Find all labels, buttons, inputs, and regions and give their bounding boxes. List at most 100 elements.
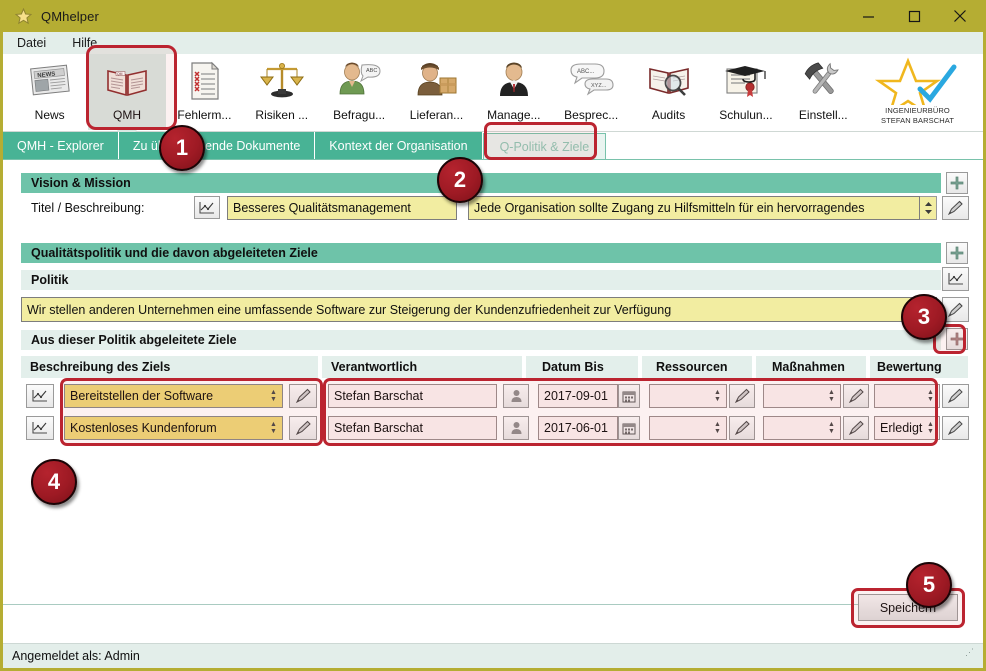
marker-2: 2 <box>437 157 483 203</box>
resize-grip-icon[interactable]: ⋰ <box>965 650 977 662</box>
goal-description-edit-button[interactable] <box>289 416 317 440</box>
status-text: Angemeldet als: Admin <box>12 649 140 663</box>
window-controls <box>845 0 983 32</box>
vision-description-input[interactable]: Jede Organisation sollte Zugang zu Hilfs… <box>468 196 920 220</box>
goal-responsible-input[interactable]: Stefan Barschat <box>328 416 497 440</box>
minimize-icon[interactable] <box>845 0 891 32</box>
spinner-up-down[interactable]: ▲▼ <box>267 417 280 439</box>
toolbar-label: Lieferan... <box>410 108 463 122</box>
tab-q-politik-und-ziele[interactable]: Q-Politik & Ziele <box>483 133 607 159</box>
goal-evaluation-edit-button[interactable] <box>942 416 969 440</box>
vision-description-edit-button[interactable] <box>942 196 969 220</box>
toolbar-item-befragung[interactable]: ABC Befragu... <box>320 54 397 130</box>
person-picker-icon[interactable] <box>503 416 529 440</box>
maximize-icon[interactable] <box>891 0 937 32</box>
tab-strip: QMH - Explorer Zu überwachende Dokumente… <box>3 132 983 159</box>
goal-measures-edit-button[interactable] <box>843 416 869 440</box>
goal-description-input[interactable]: Kostenloses Kundenforum▲▼ <box>64 416 283 440</box>
goal-resources-edit-button[interactable] <box>729 384 755 408</box>
window-title: QMhelper <box>41 9 99 24</box>
goal-responsible-input[interactable]: Stefan Barschat <box>328 384 497 408</box>
toolbar-item-lieferanten[interactable]: Lieferan... <box>398 54 475 130</box>
spinner-up-down[interactable]: ▲▼ <box>825 385 838 407</box>
toolbar-item-risiken[interactable]: Risiken ... <box>243 54 320 130</box>
marker-3: 3 <box>901 294 947 340</box>
toolbar-item-audits[interactable]: Audits <box>630 54 707 130</box>
goal-evaluation-input[interactable]: Erledigt▲▼ <box>874 416 940 440</box>
toolbar-label: Schulun... <box>719 108 772 122</box>
spinner-up-down[interactable]: ▲▼ <box>711 385 724 407</box>
toolbar-item-besprechungen[interactable]: ABC... XYZ... Besprec... <box>553 54 630 130</box>
goal-description-edit-button[interactable] <box>289 384 317 408</box>
toolbar-label: Manage... <box>487 108 540 122</box>
subsection-header-politik: Politik <box>21 270 941 290</box>
toolbar-item-qmh[interactable]: QM QMH <box>88 54 165 130</box>
toolbar-label: Fehlerm... <box>177 108 231 122</box>
spinner-up-down[interactable]: ▲▼ <box>924 417 937 439</box>
spinner-up-down[interactable]: ▲▼ <box>825 417 838 439</box>
policy-text-input[interactable]: Wir stellen anderen Unternehmen eine umf… <box>21 297 937 322</box>
application-window: QMhelper Datei Hilfe N <box>0 0 986 671</box>
spinner-up-down[interactable]: ▲▼ <box>267 385 280 407</box>
chart-history-icon[interactable] <box>194 196 220 219</box>
person-picker-icon[interactable] <box>503 384 529 408</box>
spinner-up-down[interactable]: ▲▼ <box>711 417 724 439</box>
spinner-up-down[interactable]: ▲▼ <box>924 385 937 407</box>
toolbar-item-einstellungen[interactable]: Einstell... <box>785 54 862 130</box>
goal-measures-edit-button[interactable] <box>843 384 869 408</box>
goal-date-input[interactable]: 2017-06-01 <box>538 416 618 440</box>
add-goal-button[interactable] <box>946 328 968 350</box>
calendar-icon[interactable] <box>618 416 640 440</box>
toolbar-label: Besprec... <box>564 108 618 122</box>
businessman-icon <box>488 58 540 104</box>
toolbar-item-schulungen[interactable]: Schulun... <box>707 54 784 130</box>
table-row[interactable] <box>26 416 54 440</box>
toolbar-label: News <box>35 108 65 122</box>
label-titel-beschreibung: Titel / Beschreibung: <box>31 201 144 215</box>
marker-number: 3 <box>918 304 930 330</box>
toolbar-item-news[interactable]: NEWS News <box>11 54 88 130</box>
marker-number: 4 <box>48 469 60 495</box>
vision-description-spinner[interactable] <box>920 196 937 220</box>
tab-kontext-der-organisation[interactable]: Kontext der Organisation <box>315 132 482 159</box>
marker-4: 4 <box>31 459 77 505</box>
menu-item-hilfe[interactable]: Hilfe <box>72 36 97 50</box>
tab-zu-ueberwachende-dokumente[interactable]: Zu überwachende Dokumente <box>119 132 315 159</box>
add-vision-button[interactable] <box>946 172 968 194</box>
tab-qmh-explorer[interactable]: QMH - Explorer <box>3 132 119 159</box>
close-icon[interactable] <box>937 0 983 32</box>
marker-number: 5 <box>923 572 935 598</box>
goal-resources-edit-button[interactable] <box>729 416 755 440</box>
column-header-beschreibung: Beschreibung des Ziels <box>21 356 318 378</box>
goal-measures-input[interactable]: ▲▼ <box>763 416 841 440</box>
marker-number: 1 <box>176 135 188 161</box>
menu-item-datei[interactable]: Datei <box>17 36 46 50</box>
goal-date-input[interactable]: 2017-09-01 <box>538 384 618 408</box>
goal-description-input[interactable]: Bereitstellen der Software▲▼ <box>64 384 283 408</box>
balance-scale-icon <box>256 58 308 104</box>
goal-evaluation-edit-button[interactable] <box>942 384 969 408</box>
goal-measures-input[interactable]: ▲▼ <box>763 384 841 408</box>
svg-text:QM: QM <box>117 72 123 76</box>
toolbar-item-management[interactable]: Manage... <box>475 54 552 130</box>
brand-line-1: INGENIEURBÜRO <box>885 106 950 115</box>
toolbar-label: Befragu... <box>333 108 385 122</box>
star-icon <box>15 8 32 25</box>
svg-text:ABC: ABC <box>366 68 377 74</box>
toolbar-label: Audits <box>652 108 685 122</box>
newspaper-icon: NEWS <box>24 58 76 104</box>
policy-chart-history-icon[interactable] <box>942 267 969 291</box>
status-bar: Angemeldet als: Admin ⋰ <box>3 643 983 668</box>
goal-evaluation-input[interactable]: ▲▼ <box>874 384 940 408</box>
calendar-icon[interactable] <box>618 384 640 408</box>
svg-text:ABC...: ABC... <box>577 69 595 75</box>
add-policy-button[interactable] <box>946 242 968 264</box>
toolbar-item-fehlermanagement[interactable]: Fehlerm... <box>166 54 243 130</box>
table-row[interactable] <box>26 384 54 408</box>
delivery-person-box-icon <box>410 58 462 104</box>
goal-resources-input[interactable]: ▲▼ <box>649 416 727 440</box>
brand-line-2: STEFAN BARSCHAT <box>881 116 954 125</box>
speech-bubbles-icon: ABC... XYZ... <box>565 58 617 104</box>
goal-resources-input[interactable]: ▲▼ <box>649 384 727 408</box>
vision-title-input[interactable]: Besseres Qualitätsmanagement <box>227 196 457 220</box>
